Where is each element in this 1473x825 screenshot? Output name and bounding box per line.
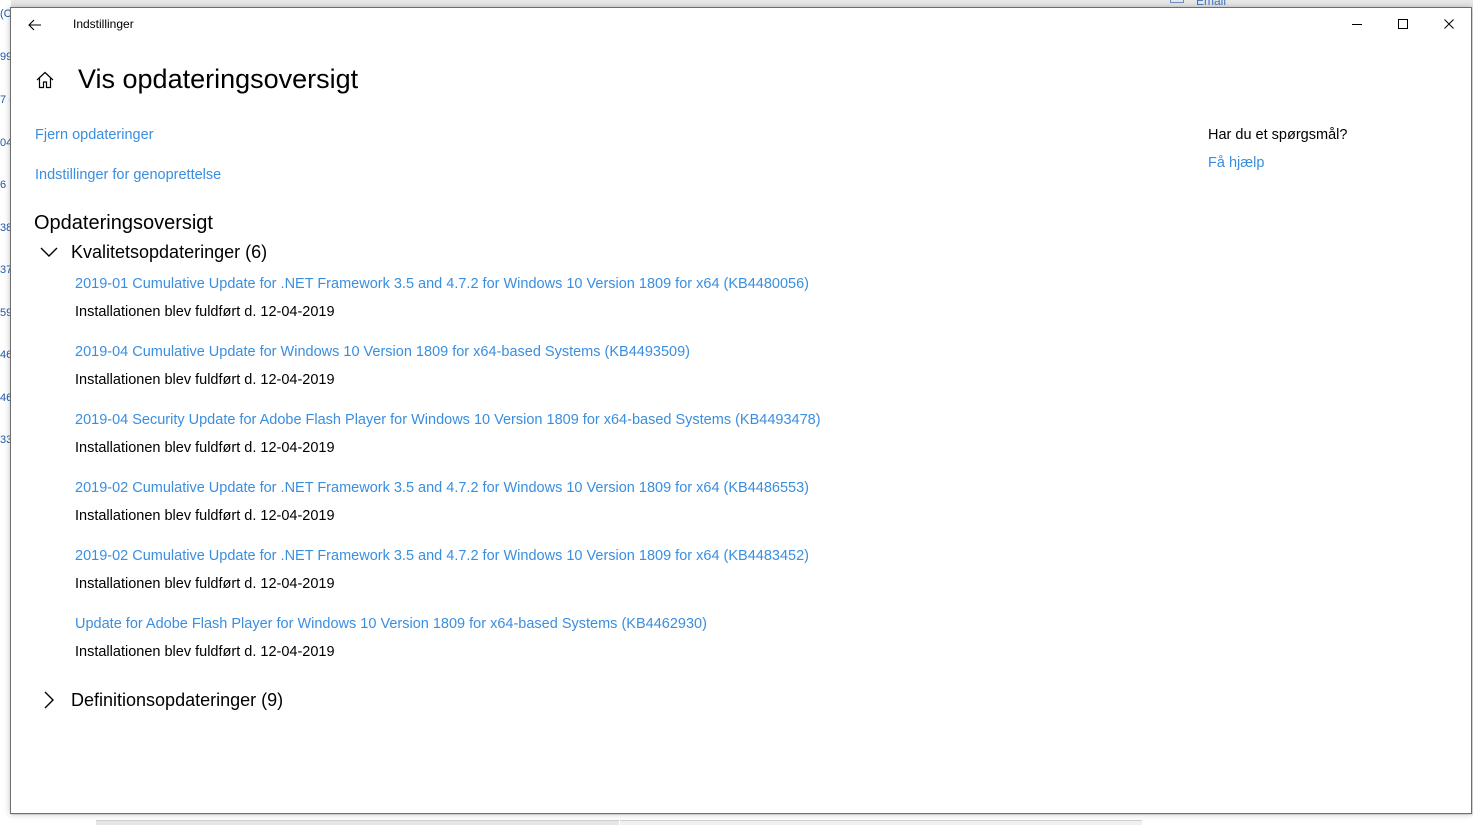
background-bar [96,820,619,825]
update-link[interactable]: 2019-04 Security Update for Adobe Flash … [75,412,821,428]
minimize-button[interactable] [1334,8,1380,40]
maximize-icon [1398,19,1408,29]
quality-updates-group-toggle[interactable]: Kvalitetsopdateringer (6) [39,239,267,265]
list-item: 2019-04 Cumulative Update for Windows 10… [75,344,975,404]
minimize-icon [1352,24,1362,25]
chevron-down-icon [39,242,59,262]
recovery-options-link[interactable]: Indstillinger for genoprettelse [35,167,221,183]
background-bar [620,820,1142,825]
settings-window: Indstillinger Vis opdateringsoversigt Fj… [10,7,1472,814]
update-link[interactable]: 2019-04 Cumulative Update for Windows 10… [75,344,690,360]
list-item: 2019-02 Cumulative Update for .NET Frame… [75,548,975,608]
window-title: Indstillinger [73,17,134,31]
get-help-link[interactable]: Få hjælp [1208,155,1264,171]
update-link[interactable]: 2019-01 Cumulative Update for .NET Frame… [75,276,809,292]
update-status: Installationen blev fuldført d. 12-04-20… [75,304,335,320]
background-fragment: 6 [0,179,7,191]
home-button[interactable] [35,70,57,92]
uninstall-updates-link[interactable]: Fjern opdateringer [35,127,154,143]
title-bar: Indstillinger [11,8,1471,41]
maximize-button[interactable] [1380,8,1426,40]
quality-updates-group-label: Kvalitetsopdateringer (6) [71,241,268,262]
close-button[interactable] [1426,8,1472,40]
home-icon [36,71,54,89]
list-item: 2019-01 Cumulative Update for .NET Frame… [75,276,975,336]
update-status: Installationen blev fuldført d. 12-04-20… [75,372,335,388]
page-title: Vis opdateringsoversigt [78,64,359,94]
section-title: Opdateringsoversigt [34,212,213,234]
definition-updates-group-toggle[interactable]: Definitionsopdateringer (9) [39,687,283,713]
mail-icon [1170,0,1184,3]
list-item: Update for Adobe Flash Player for Window… [75,616,975,676]
update-status: Installationen blev fuldført d. 12-04-20… [75,440,335,456]
update-status: Installationen blev fuldført d. 12-04-20… [75,576,335,592]
update-link[interactable]: 2019-02 Cumulative Update for .NET Frame… [75,480,809,496]
definition-updates-group-label: Definitionsopdateringer (9) [71,689,284,710]
update-link[interactable]: 2019-02 Cumulative Update for .NET Frame… [75,548,809,564]
chevron-right-icon [39,690,59,710]
list-item: 2019-04 Security Update for Adobe Flash … [75,412,975,472]
help-question: Har du et spørgsmål? [1208,127,1348,143]
update-link[interactable]: Update for Adobe Flash Player for Window… [75,616,707,632]
background-taskbar [0,815,1473,825]
list-item: 2019-02 Cumulative Update for .NET Frame… [75,480,975,540]
back-arrow-icon [28,19,41,31]
back-button[interactable] [22,12,48,38]
update-status: Installationen blev fuldført d. 12-04-20… [75,508,335,524]
close-icon [1444,19,1454,29]
update-status: Installationen blev fuldført d. 12-04-20… [75,644,335,660]
